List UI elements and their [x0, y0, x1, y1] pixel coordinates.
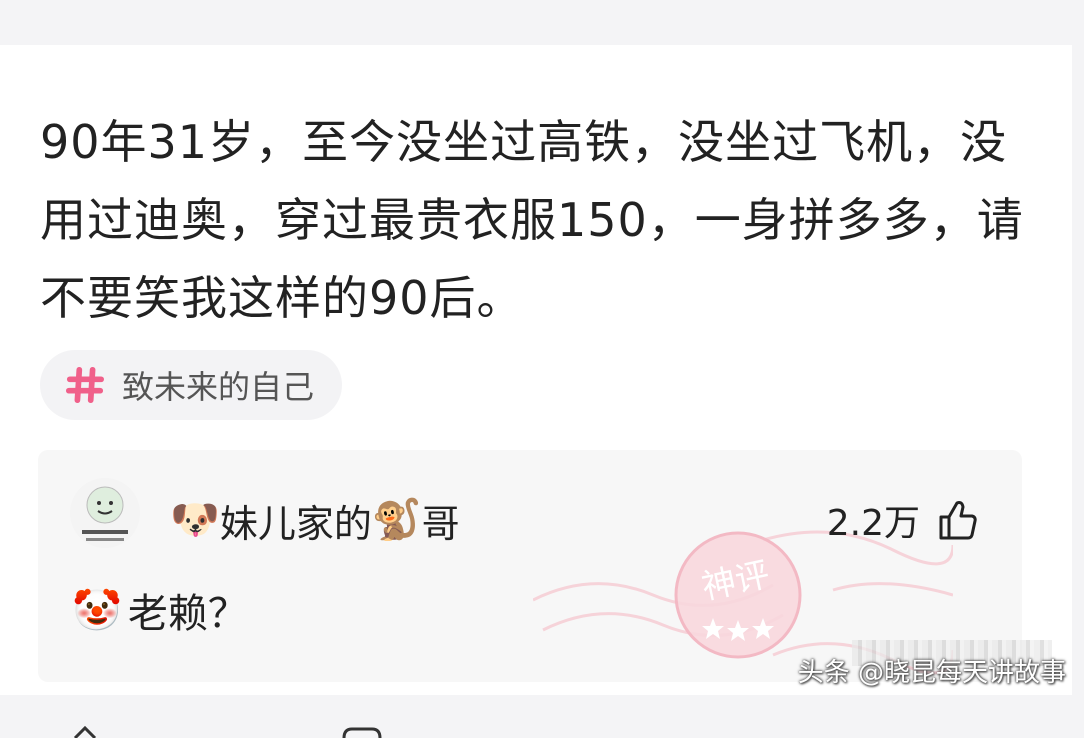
- avatar[interactable]: [70, 478, 140, 548]
- topic-tag-label: 致未来的自己: [122, 368, 315, 406]
- share-icon: [73, 726, 97, 738]
- comment-body: 🤡 老赖？: [72, 582, 248, 638]
- clown-emoji-icon: 🤡: [72, 587, 122, 634]
- post-text: 90年31岁，至今没坐过高铁，没坐过飞机，没用过迪奥，穿过最贵衣服150，一身拼…: [40, 115, 1024, 325]
- comment-text: 老赖？: [127, 591, 248, 637]
- monkey-emoji-icon: 🐒: [371, 497, 422, 543]
- like-button[interactable]: 2.2万: [827, 494, 978, 546]
- thumbs-up-icon: [939, 501, 977, 540]
- username-part2: 哥: [421, 501, 460, 546]
- post-card: 90年31岁，至今没坐过高铁，没坐过飞机，没用过迪奥，穿过最贵衣服150，一身拼…: [0, 45, 1072, 738]
- like-count: 2.2万: [826, 503, 920, 544]
- topic-tag-chip[interactable]: 致未来的自己: [40, 350, 343, 420]
- dog-emoji-icon: 🐶: [170, 497, 220, 543]
- comment-username[interactable]: 🐶 妹儿家的 🐒 哥: [170, 492, 460, 548]
- watermark: 头条 @晓昆每天讲故事: [797, 657, 1066, 688]
- hash-icon: [66, 366, 104, 404]
- username-part1: 妹儿家的: [219, 501, 372, 546]
- comment-icon: [342, 727, 382, 738]
- meme-face-avatar-icon: [82, 486, 128, 541]
